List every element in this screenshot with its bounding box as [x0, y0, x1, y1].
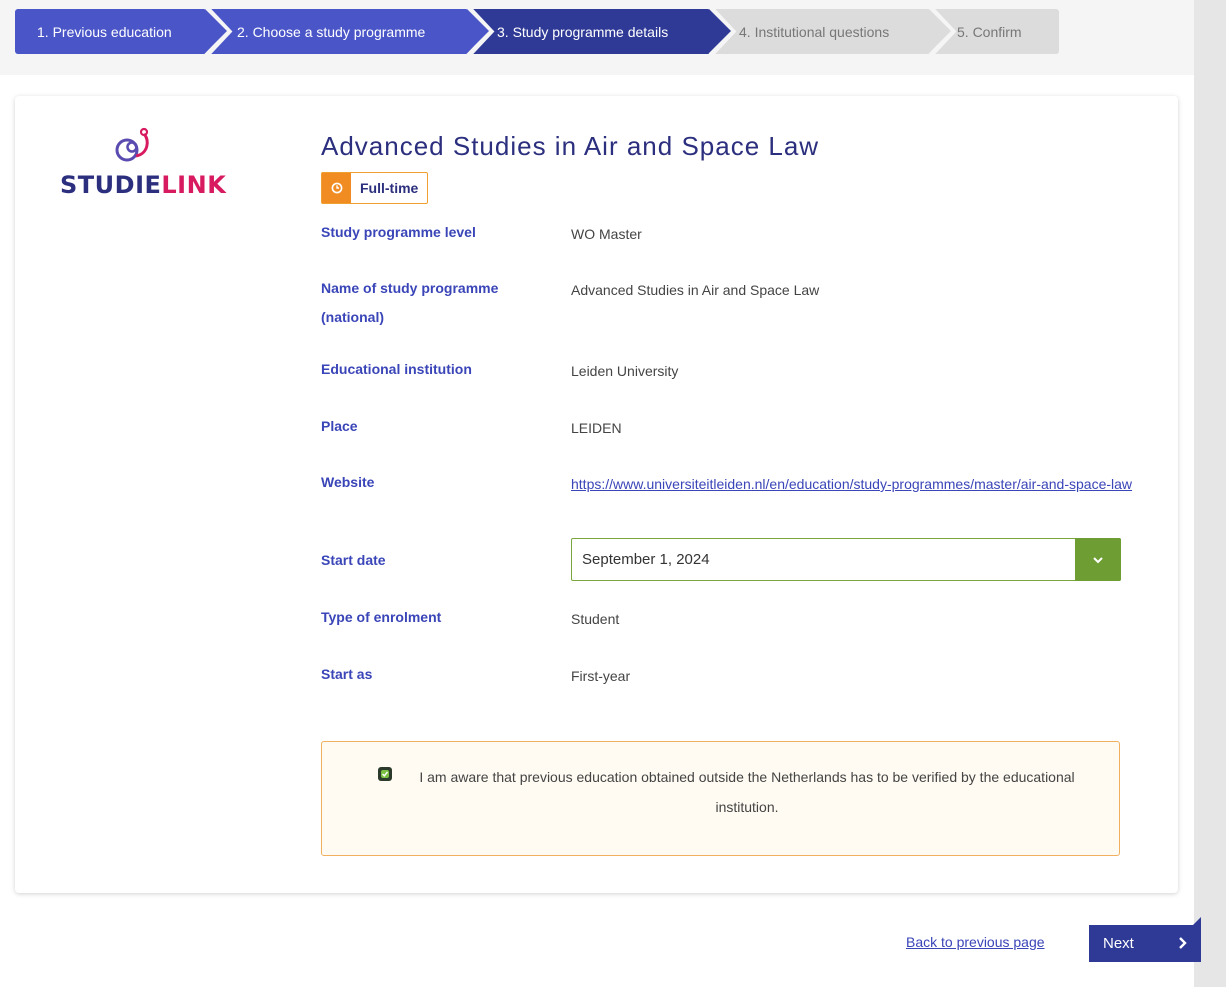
logo-mark-icon — [115, 127, 149, 162]
institution-label: Educational institution — [321, 361, 472, 377]
institution-value: Leiden University — [571, 363, 679, 379]
check-icon — [381, 770, 389, 778]
logo-wordmark: STUDIELINK — [60, 171, 226, 199]
start-date-label: Start date — [321, 552, 386, 568]
verification-notice: I am aware that previous education obtai… — [321, 741, 1120, 856]
studielink-logo: STUDIELINK — [60, 126, 230, 199]
step-label: 2. Choose a study programme — [237, 23, 426, 40]
study-mode-badge: Full-time — [321, 172, 429, 204]
name-value: Advanced Studies in Air and Space Law — [571, 282, 820, 298]
programme-card: STUDIELINK Advanced Studies in Air and S… — [15, 96, 1178, 893]
step-label: 3. Study programme details — [497, 23, 669, 40]
enrolment-value: Student — [571, 611, 620, 627]
start-date-select[interactable]: September 1, 2024 — [571, 538, 1121, 581]
place-value: LEIDEN — [571, 420, 622, 436]
step-label: 5. Confirm — [957, 23, 1022, 40]
level-value: WO Master — [571, 226, 642, 242]
next-label: Next — [1103, 935, 1134, 952]
chevron-right-icon — [1179, 937, 1187, 949]
chevron-down-icon[interactable] — [1075, 538, 1121, 581]
scrollbar[interactable] — [1194, 0, 1226, 987]
step-arrow — [205, 9, 227, 53]
level-label: Study programme level — [321, 224, 476, 240]
programme-title: Advanced Studies in Air and Space Law — [321, 131, 820, 161]
badge-label: Full-time — [360, 180, 419, 196]
logo-text-b: LINK — [161, 171, 227, 199]
step-arrow — [709, 9, 731, 53]
logo-text-a: STUDIE — [60, 171, 162, 199]
website-label: Website — [321, 474, 375, 490]
place-label: Place — [321, 418, 358, 434]
button-notch — [1193, 917, 1201, 925]
start-as-value: First-year — [571, 668, 631, 684]
step-arrow — [467, 9, 489, 53]
start-date-value: September 1, 2024 — [582, 551, 710, 568]
verification-checkbox[interactable] — [378, 767, 392, 781]
step-label: 1. Previous education — [37, 23, 172, 40]
name-label: Name of study programme (national) — [321, 280, 499, 325]
step-arrow — [929, 9, 951, 53]
step-label: 4. Institutional questions — [739, 23, 890, 40]
next-button[interactable]: Next — [1089, 917, 1201, 962]
website-link[interactable]: https://www.universiteitleiden.nl/en/edu… — [571, 473, 1161, 495]
back-link[interactable]: Back to previous page — [906, 934, 1045, 950]
notice-text: I am aware that previous education obtai… — [419, 769, 1075, 815]
enrolment-label: Type of enrolment — [321, 609, 442, 625]
clock-icon — [322, 173, 351, 203]
start-as-label: Start as — [321, 666, 373, 682]
